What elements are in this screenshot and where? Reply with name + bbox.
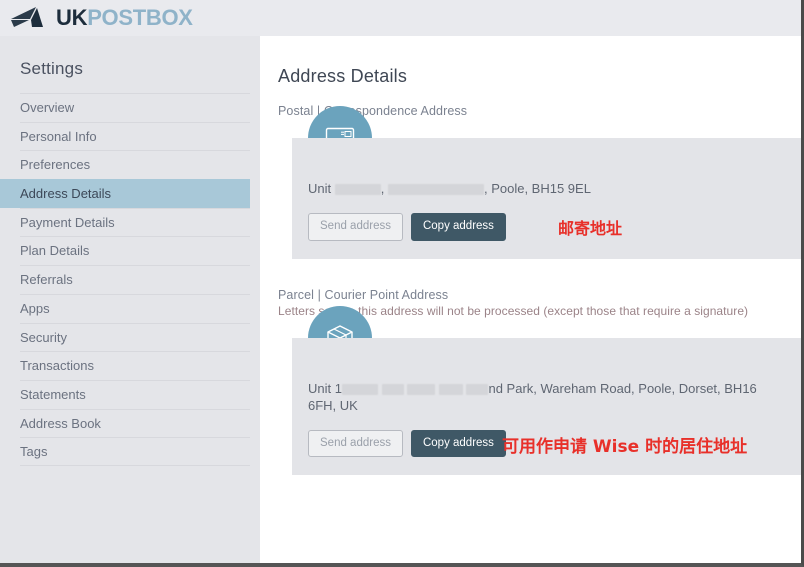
sidebar-item-label: Tags [20,444,47,459]
sidebar-item-overview[interactable]: Overview [20,93,250,122]
parcel-address-prefix: Unit 1 [308,381,342,396]
redacted-block [382,384,404,395]
redacted-block [439,384,463,395]
sidebar-item-statements[interactable]: Statements [20,380,250,409]
sidebar-item-label: Apps [20,301,50,316]
main-content: Address Details Postal | Correspondence … [260,36,801,567]
postal-address-text: Unit , , Poole, BH15 9EL [308,180,788,197]
sidebar-title: Settings [20,36,250,93]
sidebar-item-payment-details[interactable]: Payment Details [20,208,250,237]
sidebar-item-label: Referrals [20,272,73,287]
sidebar-item-tags[interactable]: Tags [20,437,250,466]
sidebar-item-label: Transactions [20,358,94,373]
sidebar-item-plan-details[interactable]: Plan Details [20,236,250,265]
sidebar-item-label: Overview [20,100,74,115]
sidebar-item-referrals[interactable]: Referrals [20,265,250,294]
sidebar-item-security[interactable]: Security [20,323,250,352]
annotation-wise-residence: 可用作申请 Wise 时的居住地址 [502,432,747,457]
brand-name-uk: UK [56,5,87,30]
redacted-block [407,384,435,395]
brand-name-postbox: POSTBOX [87,5,192,30]
app-header: UKPOSTBOX [0,0,804,36]
annotation-postal-address: 邮寄地址 [558,215,622,239]
postal-address-card: Unit , , Poole, BH15 9EL Send address Co… [292,138,801,259]
sidebar-item-label: Security [20,330,67,345]
redacted-block [342,384,378,395]
postal-address-card-wrap: Unit , , Poole, BH15 9EL Send address Co… [278,138,801,259]
redacted-block [335,184,381,195]
sidebar-item-label: Plan Details [20,243,89,258]
sidebar-item-apps[interactable]: Apps [20,294,250,323]
sidebar-item-personal-info[interactable]: Personal Info [20,122,250,151]
send-address-button[interactable]: Send address [308,430,403,458]
postal-address-mid: , [381,181,388,196]
parcel-address-tail: 6FH, UK [308,397,788,414]
parcel-address-suffix: nd Park, Wareham Road, Poole, Dorset, BH… [488,381,756,396]
parcel-address-text: Unit 1 nd Park, Wareham Road, Poole, Dor… [308,380,788,414]
postal-address-actions: Send address Copy address [308,213,801,241]
sidebar-item-label: Address Book [20,416,101,431]
page-title: Address Details [278,66,801,87]
sidebar-item-label: Address Details [20,186,111,201]
copy-address-button[interactable]: Copy address [411,430,506,458]
postal-address-prefix: Unit [308,181,335,196]
parcel-section-label: Parcel | Courier Point Address [278,288,801,302]
sidebar-item-transactions[interactable]: Transactions [20,351,250,380]
sidebar-item-label: Payment Details [20,215,115,230]
sidebar-nav-list: Overview Personal Info Preferences Addre… [20,93,250,466]
copy-address-button[interactable]: Copy address [411,213,506,241]
paper-plane-envelope-icon [10,6,48,30]
sidebar-item-label: Preferences [20,157,90,172]
sidebar-item-label: Personal Info [20,129,97,144]
sidebar-item-address-details[interactable]: Address Details [0,179,250,208]
sidebar-item-preferences[interactable]: Preferences [20,150,250,179]
redacted-block [388,184,484,195]
sidebar-item-address-book[interactable]: Address Book [20,409,250,438]
brand-name: UKPOSTBOX [56,7,193,29]
redacted-block [466,384,488,395]
settings-sidebar: Settings Overview Personal Info Preferen… [0,36,260,567]
sidebar-item-label: Statements [20,387,86,402]
app-window: UKPOSTBOX Settings Overview Personal Inf… [0,0,804,567]
postal-address-suffix: , Poole, BH15 9EL [484,181,591,196]
send-address-button[interactable]: Send address [308,213,403,241]
brand-logo[interactable]: UKPOSTBOX [10,6,193,30]
